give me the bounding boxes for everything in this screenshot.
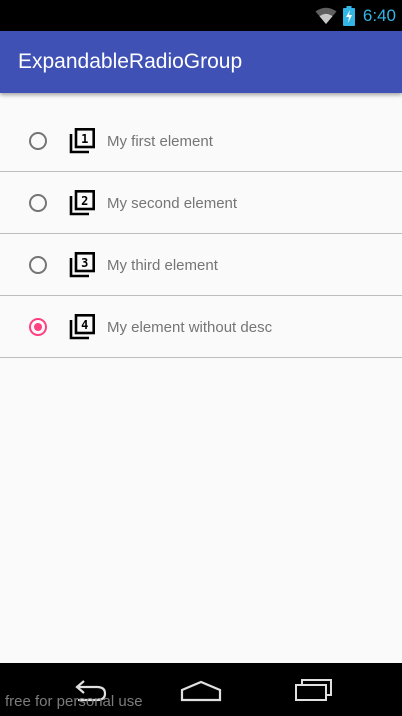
filter-1-icon: 1 (69, 128, 95, 154)
radio-button[interactable] (29, 132, 47, 150)
radio-item-label: My second element (107, 195, 238, 212)
radio-item-label: My element without desc (107, 319, 273, 336)
filter-4-icon: 4 (69, 314, 95, 340)
svg-text:2: 2 (81, 194, 88, 208)
recents-icon[interactable] (294, 677, 334, 703)
radio-button-checked[interactable] (29, 318, 47, 336)
filter-3-icon: 3 (69, 252, 95, 278)
svg-text:4: 4 (81, 318, 88, 332)
radio-item-label: My first element (107, 133, 213, 150)
filter-2-icon: 2 (69, 190, 95, 216)
status-icons: 6:40 (315, 0, 396, 31)
radio-button[interactable] (29, 194, 47, 212)
radio-group: 1 My first element 2 My second element 3… (0, 93, 402, 358)
radio-item-second[interactable]: 2 My second element (0, 172, 402, 234)
radio-item-fourth[interactable]: 4 My element without desc (0, 296, 402, 358)
svg-text:3: 3 (81, 256, 88, 270)
status-time: 6:40 (362, 5, 396, 25)
radio-item-third[interactable]: 3 My third element (0, 234, 402, 296)
home-icon[interactable] (180, 677, 222, 703)
wifi-icon (315, 7, 337, 24)
radio-item-label: My third element (107, 257, 218, 274)
svg-text:1: 1 (81, 132, 88, 146)
radio-button[interactable] (29, 256, 47, 274)
app-bar: ExpandableRadioGroup (0, 31, 402, 93)
app-title: ExpandableRadioGroup (18, 50, 243, 73)
watermark-text: free for personal use (5, 693, 143, 710)
battery-charging-icon (342, 5, 355, 26)
status-bar: 6:40 (0, 0, 402, 31)
radio-item-first[interactable]: 1 My first element (0, 93, 402, 172)
